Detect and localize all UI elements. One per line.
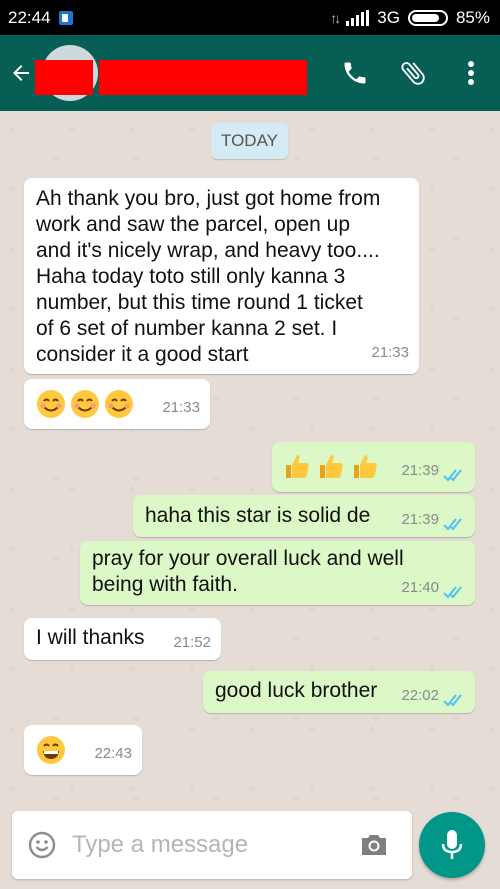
- message-incoming[interactable]: 21:33: [24, 379, 210, 429]
- smiling-face-icon: [105, 390, 133, 418]
- thumbs-up-icon: [320, 455, 343, 478]
- message-text: good luck brother: [215, 679, 378, 702]
- message-time: 21:39: [401, 511, 439, 528]
- message-time: 21:39: [401, 462, 439, 479]
- thumbs-up-icon: [286, 455, 309, 478]
- message-time: 21:33: [162, 399, 200, 416]
- redaction-bar: [35, 60, 93, 95]
- message-incoming[interactable]: I will thanks 21:52: [24, 618, 221, 660]
- status-bar: 22:44 ↑↓ 3G 85%: [0, 0, 500, 35]
- message-outgoing[interactable]: good luck brother 22:02: [203, 671, 475, 713]
- double-check-read-icon: [443, 586, 462, 599]
- message-text: I will thanks: [36, 626, 145, 649]
- message-time: 21:52: [173, 634, 211, 651]
- data-transfer-icon: ↑↓: [330, 9, 341, 26]
- message-incoming[interactable]: 22:43: [24, 725, 142, 775]
- clock: 22:44: [8, 7, 51, 27]
- message-time: 21:33: [371, 344, 409, 361]
- message-outgoing[interactable]: 21:39: [272, 442, 475, 492]
- message-list[interactable]: TODAY Ah thank you bro, just got home fr…: [0, 111, 500, 809]
- mic-button[interactable]: [419, 812, 485, 878]
- redaction-bar: [99, 60, 307, 95]
- message-time: 21:40: [401, 579, 439, 596]
- microphone-icon: [441, 830, 463, 859]
- message-composer: [12, 811, 412, 879]
- double-check-read-icon: [443, 469, 462, 482]
- battery-percent: 85%: [455, 7, 490, 27]
- phone-icon[interactable]: [326, 35, 384, 111]
- more-vert-icon[interactable]: [442, 35, 500, 111]
- date-separator: TODAY: [211, 123, 288, 159]
- outlook-notification-icon: [58, 10, 73, 25]
- back-arrow-icon[interactable]: [4, 35, 38, 111]
- emoji-picker-icon[interactable]: [12, 811, 72, 879]
- header-actions: [326, 35, 500, 111]
- double-check-read-icon: [443, 694, 462, 707]
- message-outgoing[interactable]: pray for your overall luck and well bein…: [80, 541, 475, 605]
- smiling-face-icon: [71, 390, 99, 418]
- message-input[interactable]: [72, 825, 342, 865]
- battery-icon: [407, 9, 448, 26]
- grinning-face-icon: [37, 736, 65, 764]
- smiling-face-icon: [37, 390, 65, 418]
- signal-icon: [346, 9, 370, 26]
- message-text: Ah thank you bro, just got home from wor…: [36, 187, 381, 366]
- double-check-read-icon: [443, 518, 462, 531]
- camera-icon[interactable]: [342, 811, 406, 879]
- paperclip-icon[interactable]: [384, 35, 442, 111]
- message-text: pray for your overall luck and well bein…: [92, 547, 404, 596]
- message-text: haha this star is solid de: [145, 504, 371, 527]
- message-outgoing[interactable]: haha this star is solid de 21:39: [133, 495, 475, 537]
- thumbs-up-icon: [354, 455, 377, 478]
- message-time: 22:43: [94, 745, 132, 762]
- network-type: 3G: [377, 7, 400, 27]
- message-incoming[interactable]: Ah thank you bro, just got home from wor…: [24, 178, 419, 374]
- message-time: 22:02: [401, 687, 439, 704]
